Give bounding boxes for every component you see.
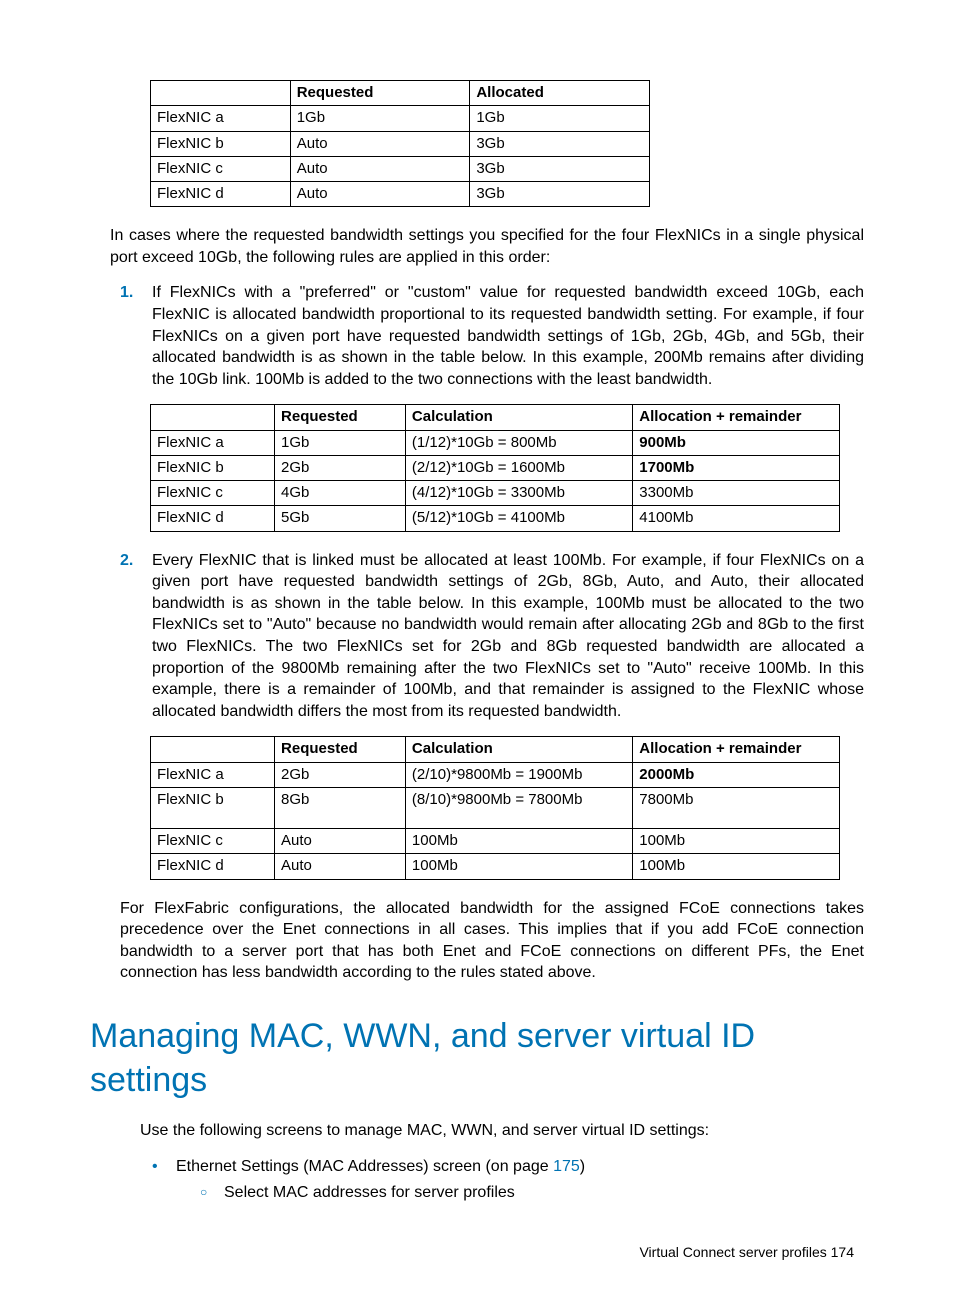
rule-1-item: 1. If FlexNICs with a "preferred" or "cu… bbox=[120, 282, 864, 390]
t1-h1: Requested bbox=[290, 81, 470, 106]
table-cell: 2Gb bbox=[275, 762, 406, 787]
table-cell: 100Mb bbox=[633, 829, 840, 854]
flexfabric-paragraph: For FlexFabric configurations, the alloc… bbox=[120, 898, 864, 984]
bullet1-post: ) bbox=[580, 1158, 585, 1175]
table-cell: 3Gb bbox=[470, 156, 650, 181]
rule-2-item: 2. Every FlexNIC that is linked must be … bbox=[120, 550, 864, 723]
table-row: FlexNIC dAuto3Gb bbox=[151, 182, 650, 207]
table-cell: (2/12)*10Gb = 1600Mb bbox=[405, 455, 632, 480]
rule-2-text: Every FlexNIC that is linked must be all… bbox=[152, 552, 864, 720]
table-cell: 2000Mb bbox=[633, 762, 840, 787]
table-cell: 100Mb bbox=[405, 854, 632, 879]
table-cell: 1Gb bbox=[470, 106, 650, 131]
t1-h0 bbox=[151, 81, 291, 106]
flexnic-calculation-table-2: Requested Calculation Allocation + remai… bbox=[150, 736, 840, 879]
table-row: FlexNIC a2Gb(2/10)*9800Mb = 1900Mb2000Mb bbox=[151, 762, 840, 787]
t2-h1: Requested bbox=[275, 405, 406, 430]
bullet-ethernet-settings: Ethernet Settings (MAC Addresses) screen… bbox=[152, 1156, 864, 1203]
intro-paragraph: In cases where the requested bandwidth s… bbox=[110, 225, 864, 268]
table-cell: Auto bbox=[275, 854, 406, 879]
table-cell: Auto bbox=[290, 156, 470, 181]
table-cell: 900Mb bbox=[633, 430, 840, 455]
rule-1-text: If FlexNICs with a "preferred" or "custo… bbox=[152, 284, 864, 387]
table-cell: (2/10)*9800Mb = 1900Mb bbox=[405, 762, 632, 787]
t2-h3: Allocation + remainder bbox=[633, 405, 840, 430]
table-row: FlexNIC c4Gb(4/12)*10Gb = 3300Mb3300Mb bbox=[151, 481, 840, 506]
table-cell: FlexNIC b bbox=[151, 131, 291, 156]
table-row: FlexNIC cAuto3Gb bbox=[151, 156, 650, 181]
rule-2-number: 2. bbox=[120, 550, 133, 572]
table-cell: FlexNIC d bbox=[151, 506, 275, 531]
table-cell: FlexNIC c bbox=[151, 829, 275, 854]
table-cell: 2Gb bbox=[275, 455, 406, 480]
bullet1-pre: Ethernet Settings (MAC Addresses) screen… bbox=[176, 1158, 553, 1175]
table-row: FlexNIC bAuto3Gb bbox=[151, 131, 650, 156]
table-cell: 100Mb bbox=[405, 829, 632, 854]
table-cell: 3Gb bbox=[470, 131, 650, 156]
table-cell: FlexNIC a bbox=[151, 106, 291, 131]
table-cell: 4Gb bbox=[275, 481, 406, 506]
table-cell: FlexNIC c bbox=[151, 481, 275, 506]
table-cell: Auto bbox=[290, 131, 470, 156]
table-cell: 3300Mb bbox=[633, 481, 840, 506]
flexnic-calculation-table-1: Requested Calculation Allocation + remai… bbox=[150, 404, 840, 531]
table-cell: Auto bbox=[275, 829, 406, 854]
table-cell: FlexNIC c bbox=[151, 156, 291, 181]
table-cell: 1Gb bbox=[275, 430, 406, 455]
table-cell: FlexNIC b bbox=[151, 787, 275, 828]
table-cell: (8/10)*9800Mb = 7800Mb bbox=[405, 787, 632, 828]
table-row: FlexNIC a1Gb1Gb bbox=[151, 106, 650, 131]
t3-h0 bbox=[151, 737, 275, 762]
table-row: FlexNIC dAuto100Mb100Mb bbox=[151, 854, 840, 879]
page-link-175[interactable]: 175 bbox=[553, 1158, 580, 1175]
table-cell: 7800Mb bbox=[633, 787, 840, 828]
table-cell: FlexNIC b bbox=[151, 455, 275, 480]
table-row: FlexNIC d5Gb(5/12)*10Gb = 4100Mb4100Mb bbox=[151, 506, 840, 531]
table-row: FlexNIC b2Gb(2/12)*10Gb = 1600Mb1700Mb bbox=[151, 455, 840, 480]
t3-h2: Calculation bbox=[405, 737, 632, 762]
t2-h2: Calculation bbox=[405, 405, 632, 430]
table-row: FlexNIC cAuto100Mb100Mb bbox=[151, 829, 840, 854]
t3-h1: Requested bbox=[275, 737, 406, 762]
table-cell: Auto bbox=[290, 182, 470, 207]
table-row: FlexNIC b8Gb(8/10)*9800Mb = 7800Mb7800Mb bbox=[151, 787, 840, 828]
table-cell: 100Mb bbox=[633, 854, 840, 879]
section-heading: Managing MAC, WWN, and server virtual ID… bbox=[90, 1014, 864, 1102]
t1-h2: Allocated bbox=[470, 81, 650, 106]
table-cell: FlexNIC a bbox=[151, 762, 275, 787]
table-cell: FlexNIC d bbox=[151, 182, 291, 207]
table-cell: 5Gb bbox=[275, 506, 406, 531]
t2-h0 bbox=[151, 405, 275, 430]
table-cell: (1/12)*10Gb = 800Mb bbox=[405, 430, 632, 455]
flexnic-allocated-table: Requested Allocated FlexNIC a1Gb1GbFlexN… bbox=[150, 80, 650, 207]
table-cell: (4/12)*10Gb = 3300Mb bbox=[405, 481, 632, 506]
table-cell: FlexNIC d bbox=[151, 854, 275, 879]
table-cell: 3Gb bbox=[470, 182, 650, 207]
table-cell: 4100Mb bbox=[633, 506, 840, 531]
use-screens-paragraph: Use the following screens to manage MAC,… bbox=[140, 1120, 864, 1142]
table-cell: (5/12)*10Gb = 4100Mb bbox=[405, 506, 632, 531]
t3-h3: Allocation + remainder bbox=[633, 737, 840, 762]
table-cell: 1700Mb bbox=[633, 455, 840, 480]
table-cell: FlexNIC a bbox=[151, 430, 275, 455]
table-row: FlexNIC a1Gb(1/12)*10Gb = 800Mb900Mb bbox=[151, 430, 840, 455]
table-cell: 8Gb bbox=[275, 787, 406, 828]
sub-bullet-mac: Select MAC addresses for server profiles bbox=[200, 1182, 864, 1204]
page-footer: Virtual Connect server profiles 174 bbox=[90, 1243, 864, 1262]
rule-1-number: 1. bbox=[120, 282, 133, 304]
table-cell: 1Gb bbox=[290, 106, 470, 131]
